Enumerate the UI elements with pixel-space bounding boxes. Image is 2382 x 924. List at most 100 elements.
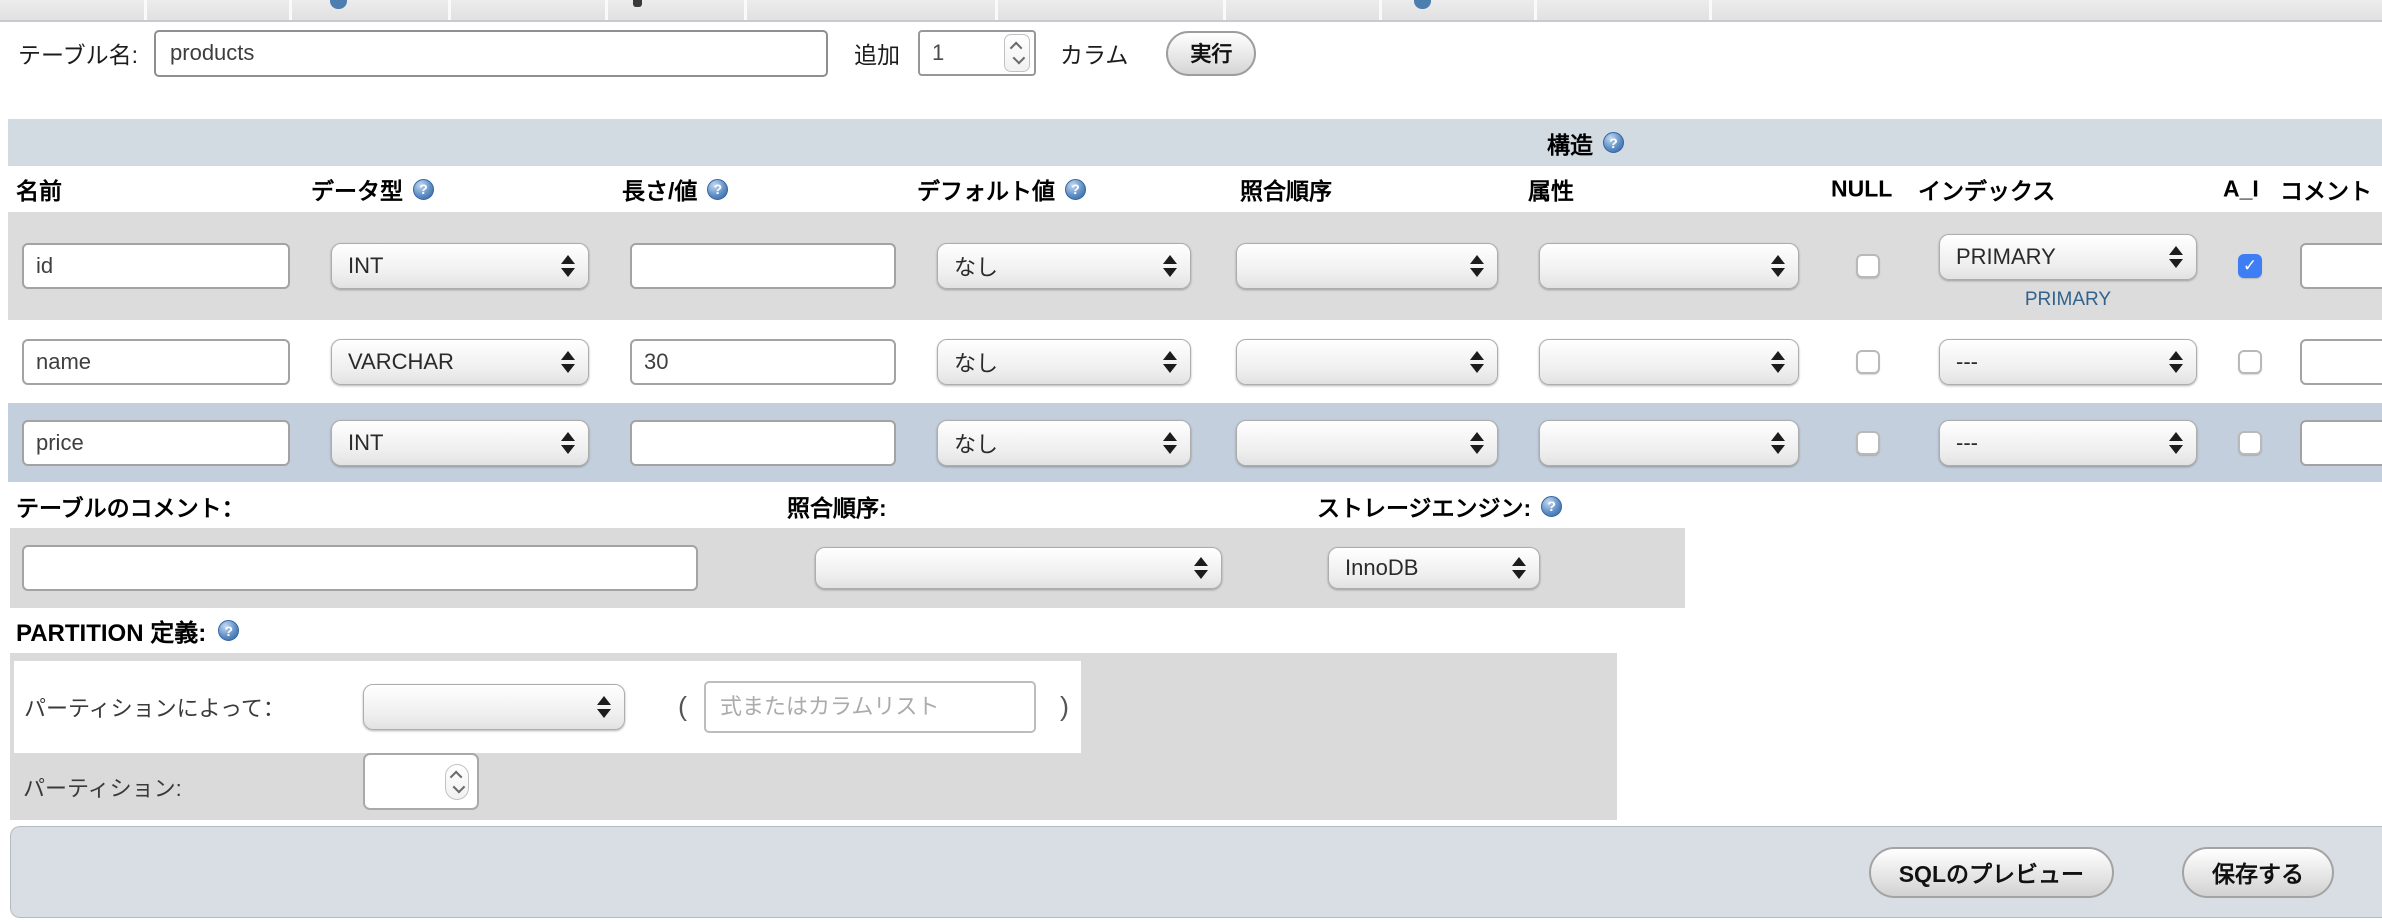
header-type: データ型 bbox=[311, 172, 434, 206]
header-default: デフォルト値 bbox=[917, 172, 1086, 206]
header-index: インデックス bbox=[1918, 172, 2055, 206]
column-comment-input[interactable] bbox=[2300, 420, 2382, 466]
table-row: VARCHAR なし --- bbox=[8, 320, 2382, 403]
column-collation-select[interactable] bbox=[1236, 243, 1498, 289]
header-length: 長さ/値 bbox=[622, 172, 728, 206]
header-attributes: 属性 bbox=[1528, 172, 1574, 206]
select-arrows-icon bbox=[1470, 255, 1484, 277]
column-name-input[interactable] bbox=[22, 339, 290, 385]
table-name-input[interactable] bbox=[154, 30, 828, 77]
table-name-label: テーブル名: bbox=[18, 36, 138, 70]
structure-title: 構造 bbox=[1547, 126, 1593, 160]
tab-icon-fragment bbox=[633, 0, 642, 7]
column-default-select[interactable]: なし bbox=[937, 243, 1191, 289]
select-arrows-icon bbox=[1771, 432, 1785, 454]
table-comment-label: テーブルのコメント： bbox=[16, 489, 245, 523]
help-icon[interactable] bbox=[218, 620, 239, 641]
select-arrows-icon bbox=[597, 696, 611, 718]
partition-expression-input[interactable] bbox=[704, 681, 1036, 733]
table-comment-input[interactable] bbox=[22, 545, 698, 591]
select-arrows-icon bbox=[2169, 432, 2183, 454]
column-collation-select[interactable] bbox=[1236, 339, 1498, 385]
tab-icon-fragment bbox=[1414, 0, 1431, 9]
column-comment-input[interactable] bbox=[2300, 243, 2382, 289]
partition-panel: パーティションによって： ( ) パーティション: bbox=[10, 653, 1617, 820]
tab-icon-fragment bbox=[330, 0, 347, 9]
auto-increment-checkbox[interactable] bbox=[2238, 254, 2262, 278]
tab-separator bbox=[744, 0, 747, 20]
select-arrows-icon bbox=[1470, 432, 1484, 454]
table-collation-select[interactable] bbox=[815, 547, 1222, 589]
tab-separator bbox=[1379, 0, 1382, 20]
create-table-toolbar: テーブル名: 追加 1 カラム 実行 bbox=[0, 24, 2382, 82]
column-index-select[interactable]: PRIMARY bbox=[1939, 234, 2197, 280]
table-row: INT なし --- bbox=[8, 403, 2382, 482]
select-arrows-icon bbox=[1163, 351, 1177, 373]
table-options-band: InnoDB bbox=[10, 528, 1685, 608]
header-name: 名前 bbox=[16, 172, 62, 206]
help-icon[interactable] bbox=[707, 179, 728, 200]
number-stepper-icon[interactable] bbox=[1004, 34, 1030, 72]
preview-sql-button[interactable]: SQLのプレビュー bbox=[1869, 847, 2114, 898]
top-tab-bar[interactable] bbox=[0, 0, 2382, 22]
column-default-select[interactable]: なし bbox=[937, 420, 1191, 466]
null-checkbox[interactable] bbox=[1856, 350, 1880, 374]
column-index-select[interactable]: --- bbox=[1939, 339, 2197, 385]
number-stepper-icon[interactable] bbox=[445, 764, 469, 800]
save-button[interactable]: 保存する bbox=[2182, 847, 2334, 898]
column-name-input[interactable] bbox=[22, 243, 290, 289]
partition-by-select[interactable] bbox=[363, 684, 625, 730]
select-arrows-icon bbox=[561, 351, 575, 373]
partition-count-input[interactable] bbox=[363, 753, 479, 810]
help-icon[interactable] bbox=[1603, 132, 1624, 153]
column-length-input[interactable] bbox=[630, 243, 896, 289]
column-type-select[interactable]: INT bbox=[331, 243, 589, 289]
column-index-select[interactable]: --- bbox=[1939, 420, 2197, 466]
select-arrows-icon bbox=[1163, 432, 1177, 454]
null-checkbox[interactable] bbox=[1856, 254, 1880, 278]
select-arrows-icon bbox=[1771, 351, 1785, 373]
column-collation-select[interactable] bbox=[1236, 420, 1498, 466]
paren-open: ( bbox=[678, 692, 687, 723]
select-arrows-icon bbox=[1470, 351, 1484, 373]
primary-index-link[interactable]: PRIMARY bbox=[2025, 289, 2111, 311]
columns-label: カラム bbox=[1060, 36, 1128, 70]
column-type-select[interactable]: INT bbox=[331, 420, 589, 466]
select-arrows-icon bbox=[561, 255, 575, 277]
column-length-input[interactable] bbox=[630, 420, 896, 466]
help-icon[interactable] bbox=[1065, 179, 1086, 200]
column-comment-input[interactable] bbox=[2300, 339, 2382, 385]
tab-separator bbox=[289, 0, 292, 20]
column-default-select[interactable]: なし bbox=[937, 339, 1191, 385]
select-arrows-icon bbox=[561, 432, 575, 454]
column-length-input[interactable] bbox=[630, 339, 896, 385]
column-attributes-select[interactable] bbox=[1539, 243, 1799, 289]
column-type-select[interactable]: VARCHAR bbox=[331, 339, 589, 385]
storage-engine-label: ストレージエンジン: bbox=[1317, 489, 1562, 523]
select-arrows-icon bbox=[1194, 557, 1208, 579]
add-columns-count-input[interactable]: 1 bbox=[918, 30, 1036, 76]
auto-increment-checkbox[interactable] bbox=[2238, 431, 2262, 455]
structure-header-row: 名前 データ型 長さ/値 デフォルト値 照合順序 属性 NULL インデックス … bbox=[0, 166, 2382, 212]
help-icon[interactable] bbox=[413, 179, 434, 200]
column-attributes-select[interactable] bbox=[1539, 339, 1799, 385]
partition-by-row: パーティションによって： ( ) bbox=[14, 661, 1081, 753]
tab-separator bbox=[448, 0, 451, 20]
header-collation: 照合順序 bbox=[1240, 172, 1332, 206]
tab-separator bbox=[1223, 0, 1226, 20]
partition-by-label: パーティションによって： bbox=[24, 691, 285, 723]
tab-separator bbox=[144, 0, 147, 20]
help-icon[interactable] bbox=[1541, 496, 1562, 517]
partition-count-label: パーティション: bbox=[23, 771, 182, 803]
null-checkbox[interactable] bbox=[1856, 431, 1880, 455]
auto-increment-checkbox[interactable] bbox=[2238, 350, 2262, 374]
column-name-input[interactable] bbox=[22, 420, 290, 466]
tab-separator bbox=[995, 0, 998, 20]
select-arrows-icon bbox=[1163, 255, 1177, 277]
table-row: INT なし PRIMARY PRIMARY bbox=[8, 212, 2382, 320]
column-attributes-select[interactable] bbox=[1539, 420, 1799, 466]
go-button[interactable]: 実行 bbox=[1166, 31, 1256, 76]
select-arrows-icon bbox=[1512, 557, 1526, 579]
storage-engine-select[interactable]: InnoDB bbox=[1328, 547, 1540, 589]
select-arrows-icon bbox=[2169, 351, 2183, 373]
